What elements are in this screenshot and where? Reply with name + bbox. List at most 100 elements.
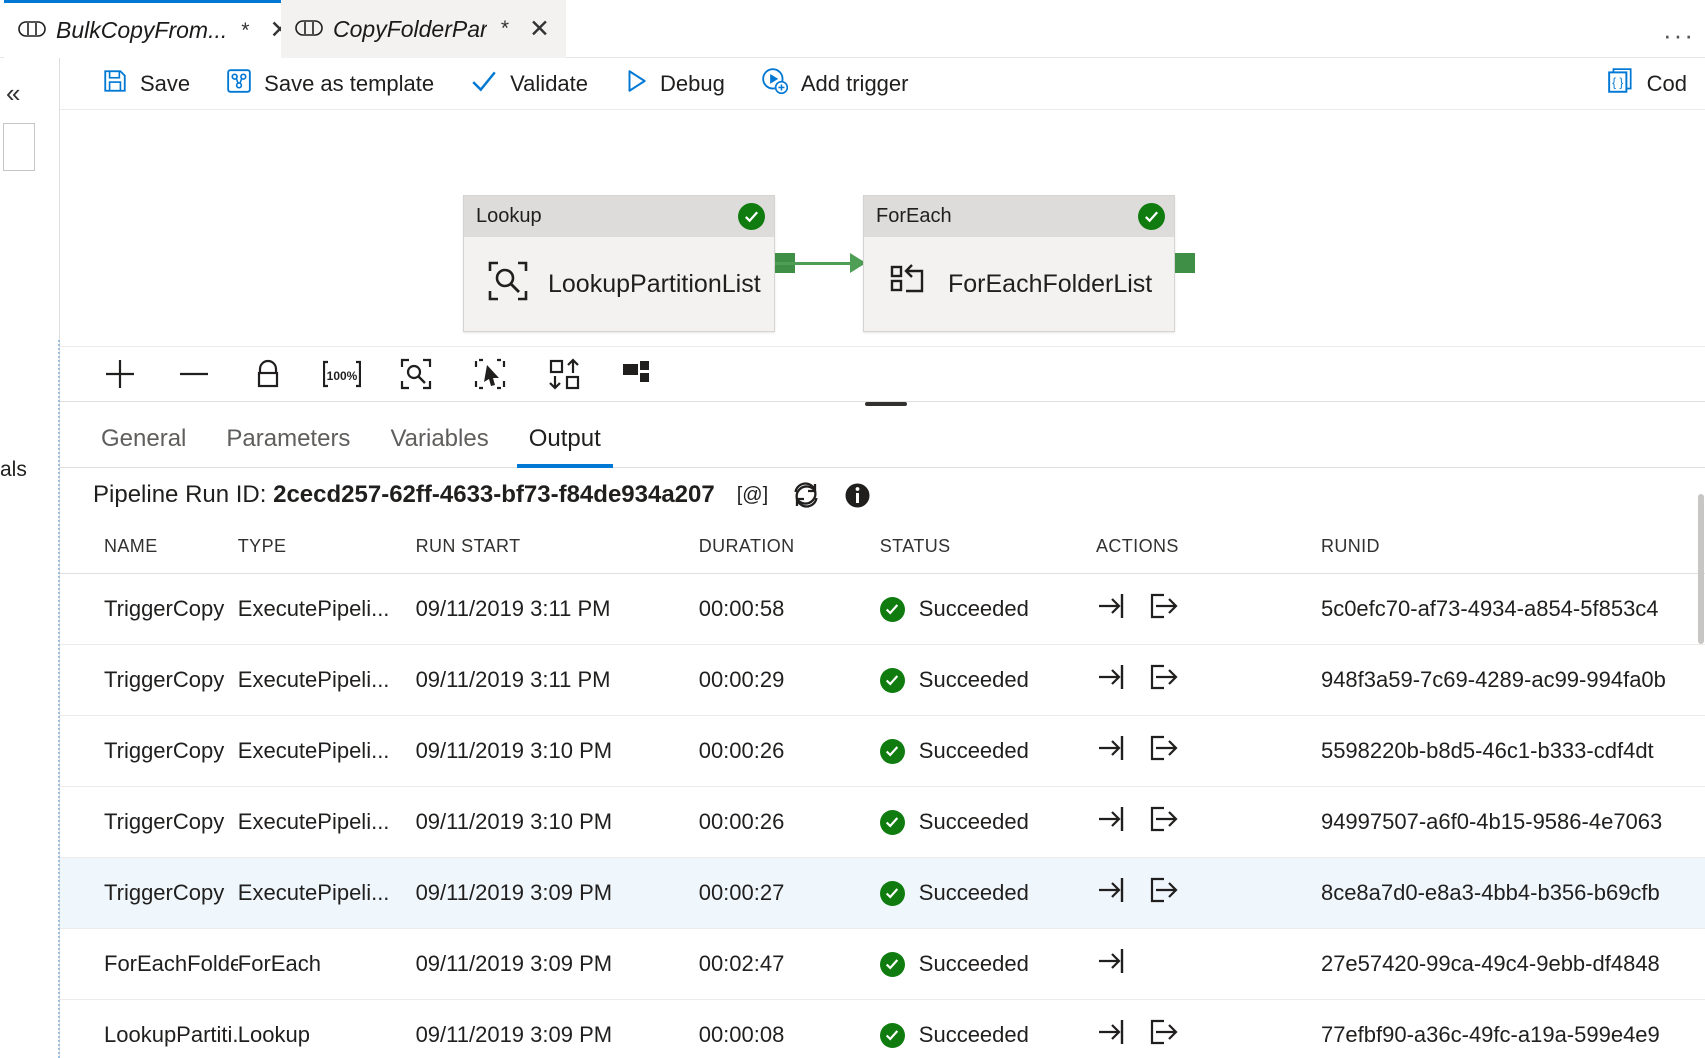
scrollbar-thumb[interactable]	[1698, 494, 1704, 644]
activity-output-panel: General Parameters Variables Output Pipe…	[60, 402, 1705, 1058]
pipeline-icon	[295, 16, 323, 43]
column-header-actions[interactable]: ACTIONS	[1096, 522, 1321, 574]
output-icon[interactable]	[1148, 1017, 1178, 1053]
tab-variables[interactable]: Variables	[390, 425, 488, 467]
activity-runs-table-wrap[interactable]: NAME TYPE RUN START DURATION STATUS ACTI…	[60, 522, 1705, 1058]
input-icon[interactable]	[1096, 1017, 1126, 1053]
table-row[interactable]: TriggerCopyExecutePipeli...09/11/2019 3:…	[60, 787, 1705, 858]
validate-button[interactable]: Validate	[452, 58, 606, 110]
checkmark-icon	[470, 68, 498, 100]
output-icon[interactable]	[1148, 662, 1178, 698]
tab-general[interactable]: General	[101, 425, 186, 467]
cell-type: Lookup	[238, 1000, 416, 1058]
input-icon[interactable]	[1096, 946, 1126, 982]
cell-name: ForEachFolde...	[60, 929, 238, 1000]
add-trigger-icon	[761, 67, 789, 101]
status-badge: Succeeded	[919, 880, 1029, 906]
column-header-name[interactable]: NAME	[60, 522, 238, 574]
info-icon[interactable]	[844, 482, 871, 509]
cell-run-start: 09/11/2019 3:10 PM	[416, 787, 699, 858]
panel-resize-handle[interactable]	[865, 402, 907, 406]
table-row[interactable]: LookupPartiti...Lookup09/11/2019 3:09 PM…	[60, 1000, 1705, 1058]
tab-parameters[interactable]: Parameters	[226, 425, 350, 467]
cell-runid: 27e57420-99ca-49c4-9ebb-df4848	[1321, 929, 1705, 1000]
cell-type: ForEach	[238, 929, 416, 1000]
tab-bulkcopyfrom[interactable]: BulkCopyFrom... * ✕	[4, 0, 306, 58]
table-row[interactable]: ForEachFolde...ForEach09/11/2019 3:09 PM…	[60, 929, 1705, 1000]
output-icon[interactable]	[1148, 733, 1178, 769]
cell-duration: 00:02:47	[699, 929, 880, 1000]
tab-output[interactable]: Output	[529, 425, 601, 467]
input-icon[interactable]	[1096, 733, 1126, 769]
table-row[interactable]: TriggerCopyExecutePipeli...09/11/2019 3:…	[60, 858, 1705, 929]
code-button[interactable]: { } Cod	[1589, 58, 1705, 110]
success-status-icon	[880, 1023, 905, 1048]
tab-title: CopyFolderPar...	[333, 16, 487, 43]
lock-icon[interactable]	[248, 354, 288, 394]
cell-duration: 00:00:27	[699, 858, 880, 929]
output-icon[interactable]	[1148, 875, 1178, 911]
cell-duration: 00:00:58	[699, 574, 880, 645]
success-status-icon	[880, 597, 905, 622]
close-icon[interactable]: ✕	[529, 17, 550, 42]
activity-header: ForEach	[864, 196, 1174, 237]
output-icon[interactable]	[1148, 591, 1178, 627]
column-header-runid[interactable]: RUNID	[1321, 522, 1705, 574]
cell-name: TriggerCopy	[60, 716, 238, 787]
status-badge: Succeeded	[919, 809, 1029, 835]
zoom-in-icon[interactable]	[100, 354, 140, 394]
debug-label: Debug	[660, 71, 725, 97]
cell-actions	[1096, 645, 1321, 716]
column-header-status[interactable]: STATUS	[880, 522, 1096, 574]
select-pointer-icon[interactable]	[470, 354, 510, 394]
collapse-panel-icon[interactable]: «	[6, 78, 20, 109]
cell-status: Succeeded	[880, 1000, 1096, 1058]
table-row[interactable]: TriggerCopyExecutePipeli...09/11/2019 3:…	[60, 716, 1705, 787]
success-status-icon	[738, 203, 765, 230]
parameters-icon-glyph: [@]	[737, 484, 768, 507]
auto-align-icon[interactable]	[544, 354, 584, 394]
refresh-icon[interactable]	[790, 479, 822, 511]
pipeline-icon	[18, 17, 46, 44]
zoom-out-icon[interactable]	[174, 354, 214, 394]
output-icon[interactable]	[1148, 804, 1178, 840]
tab-copyfolderpar[interactable]: CopyFolderPar... * ✕	[281, 0, 566, 58]
zoom-100-percent-icon[interactable]: 100%	[322, 354, 362, 394]
save-as-template-label: Save as template	[264, 71, 434, 97]
panel-scrollbar[interactable]	[1697, 402, 1705, 1058]
activity-lookup[interactable]: Lookup LookupPartitionList	[463, 195, 775, 332]
column-header-type[interactable]: TYPE	[238, 522, 416, 574]
parameters-icon[interactable]: [@]	[737, 484, 768, 507]
input-icon[interactable]	[1096, 804, 1126, 840]
success-status-icon	[880, 952, 905, 977]
minimap-icon[interactable]	[618, 354, 658, 394]
status-badge: Succeeded	[919, 738, 1029, 764]
tab-overflow-icon[interactable]: ···	[1663, 20, 1695, 51]
cell-name: LookupPartiti...	[60, 1000, 238, 1058]
input-icon[interactable]	[1096, 591, 1126, 627]
pipeline-canvas[interactable]: Lookup LookupPartitionList ForEach	[60, 110, 1705, 346]
zoom-to-fit-icon[interactable]	[396, 354, 436, 394]
save-as-template-button[interactable]: Save as template	[208, 58, 452, 110]
save-icon	[102, 68, 128, 100]
connector-target-handle[interactable]	[1175, 253, 1195, 273]
input-icon[interactable]	[1096, 875, 1126, 911]
column-header-duration[interactable]: DURATION	[699, 522, 880, 574]
add-trigger-button[interactable]: Add trigger	[743, 58, 927, 110]
input-icon[interactable]	[1096, 662, 1126, 698]
table-row[interactable]: TriggerCopyExecutePipeli...09/11/2019 3:…	[60, 574, 1705, 645]
save-button[interactable]: Save	[84, 58, 208, 110]
cell-name: TriggerCopy	[60, 858, 238, 929]
svg-text:{ }: { }	[1612, 75, 1623, 89]
cell-type: ExecutePipeli...	[238, 787, 416, 858]
debug-button[interactable]: Debug	[606, 58, 743, 110]
activity-foreach[interactable]: ForEach ForEachFolderList	[863, 195, 1175, 332]
add-trigger-label: Add trigger	[801, 71, 909, 97]
activity-runs-table: NAME TYPE RUN START DURATION STATUS ACTI…	[60, 522, 1705, 1058]
cell-type: ExecutePipeli...	[238, 574, 416, 645]
activity-type-label: Lookup	[476, 205, 542, 228]
table-row[interactable]: TriggerCopyExecutePipeli...09/11/2019 3:…	[60, 645, 1705, 716]
column-header-run-start[interactable]: RUN START	[416, 522, 699, 574]
table-body: TriggerCopyExecutePipeli...09/11/2019 3:…	[60, 574, 1705, 1058]
activity-name-label: ForEachFolderList	[948, 270, 1152, 299]
